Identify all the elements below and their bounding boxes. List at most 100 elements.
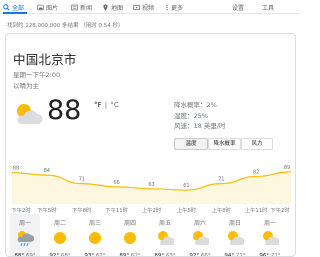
forecast-temperatures: 88° 69° [10,253,40,257]
unit-toggle: °F | °C [94,101,119,109]
forecast-high: 92° [189,253,200,257]
news-icon [71,4,78,11]
unit-separator: | [104,101,108,109]
time-label: 上午8时 [211,208,231,214]
cloud-rain-sun-icon [10,230,40,251]
image-icon [37,4,44,11]
tools-link[interactable]: 工具 [262,3,274,12]
forecast-temperatures: 93° 62° [80,253,110,257]
partly-cloudy-icon [220,230,250,251]
tab-images-label: 图片 [46,5,59,12]
forecast-low: 62° [129,253,141,257]
forecast-high: 89° [119,253,130,257]
forecast-high: 93° [84,253,95,257]
map-pin-icon [103,4,108,11]
tab-news[interactable]: 新闻 [71,2,92,13]
temperature-data-label: 63 [148,182,154,188]
humidity: 湿度：25% [174,111,208,120]
forecast-day[interactable]: 周一 88° 69° [10,214,40,257]
tab-images[interactable]: 图片 [37,2,58,13]
weather-card: 中国北京市 星期一下午2:00 以晴为主 88 °F | °C 降水概率：2% … [5,33,296,257]
forecast-low: 68° [59,253,71,257]
precipitation-chance: 降水概率：2% [174,101,217,109]
current-temperature: 88 [47,95,82,126]
forecast-day[interactable]: 周三 93° 62° [80,214,110,257]
forecast-low: 62° [94,253,106,257]
tab-more-label: 更多 [171,5,184,12]
temperature-data-label: 66 [113,180,119,186]
search-icon [3,4,10,11]
forecast-high: 92° [49,253,60,257]
more-vert-icon [166,4,168,11]
result-stats: 找到约 128,000,000 条结果 （用时 0.54 秒） [7,23,124,29]
video-icon [133,5,140,10]
sunny-icon [80,230,110,251]
time-label: 下午11时 [105,208,128,214]
forecast-temperatures: 92° 66° [185,253,215,257]
forecast-day-name: 周六 [193,220,206,227]
celsius-unit[interactable]: °C [110,101,118,109]
temperature-data-label: 61 [183,183,189,189]
fahrenheit-unit[interactable]: °F [94,101,102,109]
forecast-low: 66° [199,253,211,257]
mostly-sunny-icon [17,104,43,124]
forecast-temperatures: 92° 68° [45,253,75,257]
forecast-temperatures: 89° 63° [150,253,180,257]
time-label: 下午2时 [270,208,290,214]
temperature-data-label: 82 [253,169,259,175]
temperature-button[interactable]: 温度 [174,138,208,150]
weather-condition: 以晴为主 [13,82,39,90]
wind-button[interactable]: 风力 [241,138,273,150]
temperature-data-label: 88 [13,166,19,172]
forecast-low: 71° [269,253,281,257]
sunny-icon [45,230,75,251]
tab-news-label: 新闻 [80,5,93,12]
time-label: 上午2时 [141,208,162,214]
forecast-day-name: 周一 [18,220,31,227]
precipitation-button[interactable]: 降水概率 [208,138,241,150]
partly-cloudy-icon [185,230,215,251]
forecast-day[interactable]: 周日 94° 71° [220,214,250,257]
forecast-day[interactable]: 周六 92° 66° [185,214,215,257]
time-label: 上午5时 [176,208,196,214]
forecast-day-name: 周日 [228,220,241,227]
forecast-day-name: 周三 [88,220,101,227]
tab-maps[interactable]: 地图 [102,2,123,13]
forecast-high: 96° [259,253,270,257]
tab-maps-label: 地图 [111,5,124,12]
forecast-low: 71° [234,253,246,257]
forecast-temperatures: 94° 71° [220,253,250,257]
forecast-day[interactable]: 周一 96° 71° [255,214,285,257]
temperature-data-label: 89 [284,165,290,171]
partly-cloudy-icon [150,230,180,251]
forecast-high: 94° [224,253,235,257]
temperature-data-label: 84 [44,168,50,174]
forecast-day-name: 周五 [158,220,171,227]
wind-speed: 风速：18 英里/时 [174,122,226,130]
forecast-day[interactable]: 周四 89° 62° [115,214,145,257]
forecast-day-name: 周一 [263,220,276,227]
temperature-data-label: 71 [79,177,85,183]
forecast-day[interactable]: 周五 89° 63° [150,214,180,257]
forecast-temperatures: 96° 71° [255,253,285,257]
weather-location: 中国北京市 [13,52,77,67]
forecast-day-name: 周四 [123,220,136,227]
time-label: 下午8时 [72,208,92,214]
forecast-high: 88° [14,253,25,257]
time-label: 下午5时 [37,208,57,214]
forecast-day-name: 周二 [53,220,66,227]
tab-more[interactable]: 更多 [165,2,183,13]
forecast-low: 63° [164,253,176,257]
tab-videos[interactable]: 视频 [133,2,154,13]
temperature-chart: 88 84 71 66 63 61 71 82 89 [12,165,291,204]
forecast-day[interactable]: 周二 92° 68° [45,214,75,257]
search-tabs: 全部 图片 新闻 地图 视频 更多 设置 工具 [0,0,300,14]
temperature-data-label: 71 [218,177,224,183]
settings-link[interactable]: 设置 [232,3,244,12]
tab-videos-label: 视频 [142,5,155,12]
active-tab-indicator [3,12,27,14]
forecast-low: 69° [24,253,36,257]
weather-details: 降水概率：2% 湿度：25% 风速：18 英里/时 [174,100,226,132]
forecast-temperatures: 89° 62° [115,253,145,257]
forecast-high: 89° [154,253,165,257]
